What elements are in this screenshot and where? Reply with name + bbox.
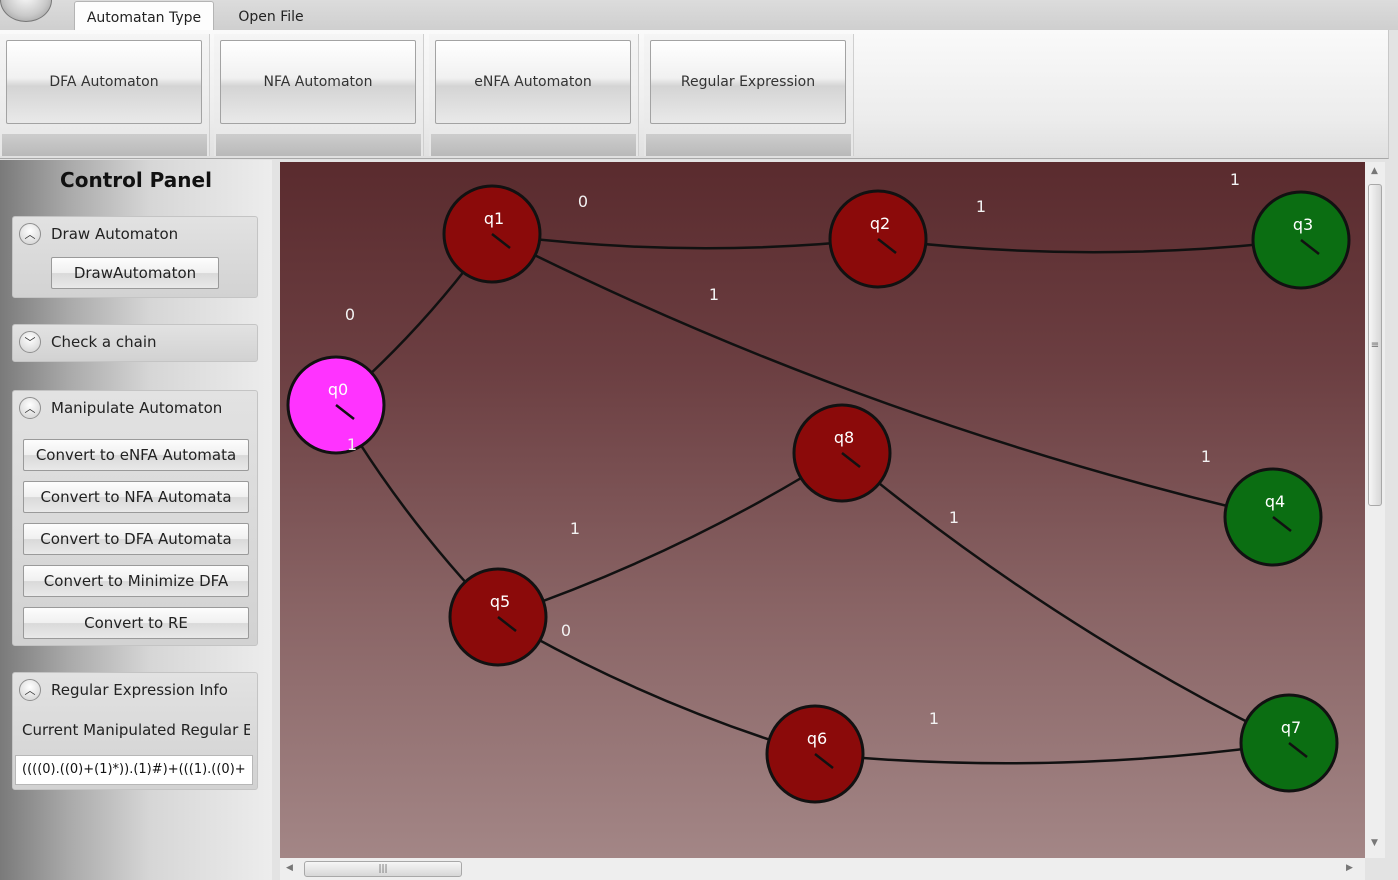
ribbon-group-dfa: DFA Automaton: [0, 34, 210, 156]
tab-open-file[interactable]: Open File: [222, 1, 320, 30]
tab-automatan-type[interactable]: Automatan Type: [74, 1, 214, 31]
draw-automaton-section: ︿ Draw Automaton DrawAutomaton: [12, 216, 258, 298]
transition-label: 1: [709, 285, 719, 304]
section-title: Manipulate Automaton: [51, 399, 223, 417]
transition-q8-q7[interactable]: [841, 452, 1290, 745]
chevron-up-icon[interactable]: ︿: [19, 223, 41, 245]
state-label: q4: [1265, 492, 1285, 511]
control-panel-title: Control Panel: [60, 168, 212, 192]
convert-to-minimize-dfa-button[interactable]: Convert to Minimize DFA: [23, 565, 249, 597]
state-label: q0: [328, 380, 348, 399]
scroll-left-icon[interactable]: ◀: [286, 863, 293, 873]
state-label: q2: [870, 214, 890, 233]
ribbon-group-nfa: NFA Automaton: [214, 34, 424, 156]
state-label: q8: [834, 428, 854, 447]
convert-to-enfa-button[interactable]: Convert to eNFA Automata: [23, 439, 249, 471]
transition-q5-q6[interactable]: [497, 615, 816, 756]
enfa-automaton-button[interactable]: eNFA Automaton: [435, 40, 631, 124]
transition-label: 1: [570, 519, 580, 538]
nfa-automaton-button[interactable]: NFA Automaton: [220, 40, 416, 124]
state-label: q7: [1281, 718, 1301, 737]
transition-label: 1: [949, 508, 959, 527]
convert-to-nfa-button[interactable]: Convert to NFA Automata: [23, 481, 249, 513]
chevron-up-icon[interactable]: ︿: [19, 397, 41, 419]
section-title: Draw Automaton: [51, 225, 179, 243]
chevron-up-icon[interactable]: ︿: [19, 679, 41, 701]
ribbon-group-footer: [2, 134, 207, 156]
ribbon-group-footer: [216, 134, 421, 156]
convert-to-re-button[interactable]: Convert to RE: [23, 607, 249, 639]
ribbon-group-footer: [431, 134, 636, 156]
horizontal-scroll-thumb[interactable]: |||: [304, 861, 462, 877]
ribbon-group-enfa: eNFA Automaton: [429, 34, 639, 156]
chevron-down-icon[interactable]: ﹀: [19, 331, 41, 353]
transition-label: 0: [578, 192, 588, 211]
control-panel: Control Panel ︿ Draw Automaton DrawAutom…: [0, 160, 272, 880]
regex-info-header[interactable]: ︿ Regular Expression Info: [13, 673, 257, 707]
draw-automaton-button[interactable]: DrawAutomaton: [51, 257, 219, 289]
manipulate-automaton-section: ︿ Manipulate Automaton Convert to eNFA A…: [12, 390, 258, 646]
automaton-graph[interactable]: q0 q1 q2 q3 q4 q5 q6 q7 q8 0 1 0 1 1 1 0 1 1 1 1: [280, 162, 1365, 858]
draw-automaton-header[interactable]: ︿ Draw Automaton: [13, 217, 257, 251]
horizontal-scrollbar[interactable]: ◀ ||| ▶: [280, 858, 1365, 880]
transition-q6-q7[interactable]: [814, 741, 1290, 765]
state-label: q3: [1293, 215, 1313, 234]
application-menu-orb[interactable]: [0, 0, 52, 22]
vertical-scroll-thumb[interactable]: ≡: [1368, 184, 1382, 506]
grip-icon: ≡: [1370, 339, 1380, 351]
current-regex-label: Current Manipulated Regular E: [22, 721, 250, 739]
ribbon-tab-bar: Automatan Type Open File: [0, 0, 1398, 31]
transition-label: 0: [345, 305, 355, 324]
check-chain-header[interactable]: ﹀ Check a chain: [13, 325, 257, 359]
check-chain-section: ﹀ Check a chain: [12, 324, 258, 362]
transition-label: 0: [561, 621, 571, 640]
scroll-down-icon[interactable]: ▼: [1371, 838, 1378, 848]
transition-label: 1: [347, 435, 357, 454]
regex-value-field[interactable]: ((((0).((0)+(1)*)).(1)#)+(((1).((0)+: [15, 755, 253, 785]
automaton-canvas[interactable]: q0 q1 q2 q3 q4 q5 q6 q7 q8 0 1 0 1 1 1 0 1 1 1 1: [280, 162, 1365, 858]
dfa-automaton-button[interactable]: DFA Automaton: [6, 40, 202, 124]
transition-label: 1: [1230, 170, 1240, 189]
transition-q5-q8[interactable]: [497, 451, 843, 619]
grip-icon: |||: [378, 864, 388, 874]
transition-label: 1: [1201, 447, 1211, 466]
transition-label: 1: [976, 197, 986, 216]
section-title: Regular Expression Info: [51, 681, 228, 699]
scroll-up-icon[interactable]: ▲: [1371, 166, 1378, 176]
convert-to-dfa-button[interactable]: Convert to DFA Automata: [23, 523, 249, 555]
state-label: q1: [484, 209, 504, 228]
state-label: q5: [490, 592, 510, 611]
transition-q2-q3[interactable]: [877, 237, 1302, 254]
ribbon-group-regex: Regular Expression: [644, 34, 854, 156]
ribbon-group-footer: [646, 134, 851, 156]
scroll-right-icon[interactable]: ▶: [1346, 863, 1353, 873]
manipulate-automaton-header[interactable]: ︿ Manipulate Automaton: [13, 391, 257, 425]
ribbon-panel: DFA Automaton NFA Automaton eNFA Automat…: [0, 30, 1389, 159]
regular-expression-button[interactable]: Regular Expression: [650, 40, 846, 124]
section-title: Check a chain: [51, 333, 157, 351]
transition-label: 1: [929, 709, 939, 728]
vertical-scrollbar[interactable]: ▲ ≡ ▼: [1365, 162, 1385, 858]
regular-expression-info-section: ︿ Regular Expression Info Current Manipu…: [12, 672, 258, 790]
state-label: q6: [807, 729, 827, 748]
transition-q1-q2[interactable]: [491, 232, 879, 250]
